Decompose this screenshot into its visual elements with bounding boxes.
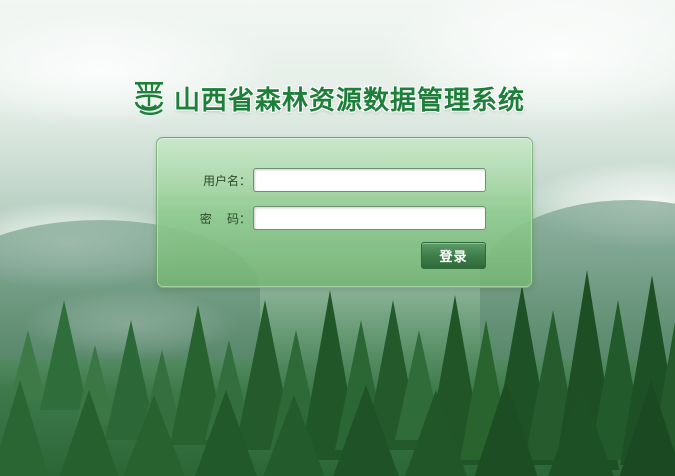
login-page: 山西省森林资源数据管理系统 用户名： 密 码： 登录 [0,0,675,476]
conifer-tree [190,390,262,476]
conifer-tree [545,385,617,476]
conifer-tree [330,385,402,476]
header: 山西省森林资源数据管理系统 [130,76,525,120]
conifer-tree [0,380,50,476]
conifer-tree [615,380,675,476]
password-row: 密 码： [157,205,486,231]
conifer-tree [400,390,472,476]
forestry-emblem-icon [134,82,164,116]
page-title: 山西省森林资源数据管理系统 [174,85,526,116]
conifer-tree [260,395,328,476]
password-label: 密 码： [199,211,251,226]
password-input[interactable] [253,206,486,230]
login-panel: 用户名： 密 码： 登录 [156,137,533,288]
conifer-tree [120,395,188,476]
username-row: 用户名： [157,167,486,193]
login-button[interactable]: 登录 [421,242,486,269]
conifer-tree [55,390,123,476]
username-label: 用户名： [202,173,251,188]
username-input[interactable] [253,168,486,192]
conifer-tree [470,380,542,476]
